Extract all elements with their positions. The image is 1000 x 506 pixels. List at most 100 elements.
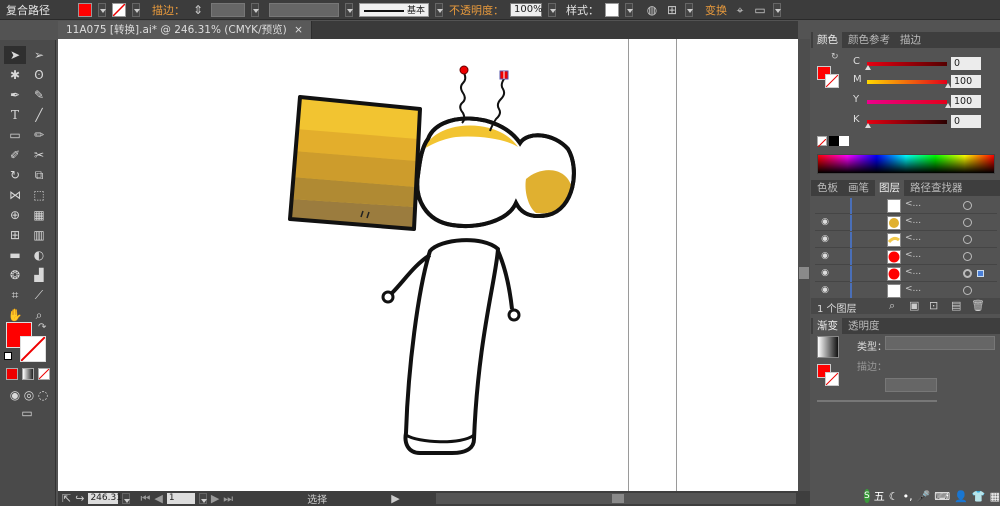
character-head[interactable] [415,65,576,228]
direct-selection-icon[interactable]: ➢ [28,46,50,64]
target-circle-icon[interactable] [963,235,972,244]
yellow-bar[interactable] [867,100,947,104]
new-sublayer-icon[interactable]: ⊡ [929,299,938,312]
magenta-slider[interactable]: M 100 [853,74,997,90]
angle-field[interactable] [885,378,937,392]
shape-builder-icon[interactable]: ⊕ [4,206,26,224]
layer-name[interactable]: <... [905,284,921,294]
symbol-sprayer-icon[interactable]: ❂ [4,266,26,284]
keyboard-icon[interactable]: ⌨ [934,490,950,503]
target-circle-icon[interactable] [963,201,972,210]
hammer-head[interactable] [288,95,422,231]
layer-row[interactable]: ◉ <... [815,283,997,299]
black-slider[interactable]: K 0 [853,114,997,130]
layer-row[interactable]: ◉ <... [815,249,997,265]
brush-icon[interactable]: ✏ [28,126,50,144]
blend-icon[interactable]: ◐ [28,246,50,264]
variable-width-dropdown[interactable] [345,2,353,17]
target-circle-icon[interactable] [963,218,972,227]
none-color-chip[interactable] [817,136,827,148]
tab-brushes[interactable]: 画笔 [844,180,873,196]
align-icon[interactable]: ⊞ [665,3,679,17]
opacity-dropdown[interactable] [548,2,556,17]
color-panel-stroke[interactable] [825,74,839,88]
layer-row[interactable]: <... [815,198,997,214]
opacity-label[interactable]: 不透明度： [449,2,504,18]
color-spectrum[interactable] [817,154,995,174]
stroke-color-box[interactable] [20,336,46,362]
black-knob[interactable] [865,123,871,128]
target-circle-icon[interactable] [963,269,972,278]
status-arrow-icon[interactable]: ▶ [391,492,399,505]
eye-icon[interactable]: ◉ [819,285,831,297]
magenta-value[interactable]: 100 [951,75,981,88]
magic-wand-icon[interactable]: ✱ [4,66,26,84]
stroke-label[interactable]: 描边： [152,2,185,18]
perspective-grid-icon[interactable]: ▦ [28,206,50,224]
eye-icon[interactable]: ◉ [819,268,831,280]
free-transform-icon[interactable]: ⬚ [28,186,50,204]
share-icon[interactable]: ↪ [75,492,84,505]
swap-icon[interactable]: ↻ [831,52,839,62]
draw-inside-icon[interactable]: ◌ [32,386,54,404]
column-graph-icon[interactable]: ▟ [28,266,50,284]
lasso-icon[interactable]: ʘ [28,66,50,84]
cyan-slider[interactable]: C 0 [853,56,997,72]
black-bar[interactable] [867,120,947,124]
document-tab[interactable]: 11A075 [转换].ai* @ 246.31% (CMYK/预览) × [58,21,312,39]
zoom-dropdown[interactable] [122,493,131,504]
graphic-style-dropdown[interactable] [625,2,633,17]
tab-pathfinder[interactable]: 路径查找器 [906,180,967,196]
gradient-preview[interactable] [817,336,839,358]
scale-icon[interactable]: ⧉ [28,166,50,184]
layer-name[interactable]: <... [905,233,921,243]
tab-swatches[interactable]: 色板 [813,180,842,196]
color-mode-button[interactable] [6,368,18,380]
curvature-icon[interactable]: ✎ [28,86,50,104]
stroke-weight-stepper-icon[interactable]: ⇕ [191,3,205,17]
next-artboard-icon[interactable]: ▶ [211,492,219,505]
eye-icon[interactable]: ◉ [819,251,831,263]
close-tab-icon[interactable]: × [294,24,303,36]
new-layer-icon[interactable]: ▤ [951,299,961,312]
stroke-dropdown[interactable] [132,2,140,17]
gradient-type-select[interactable] [885,336,995,350]
brush-dropdown[interactable] [435,2,443,17]
layer-name[interactable]: <... [905,250,921,260]
layer-row[interactable]: ◉ <... [815,215,997,231]
make-clipping-mask-icon[interactable]: ▣ [909,299,919,312]
delete-layer-icon[interactable]: 🗑 [971,299,985,312]
brush-definition[interactable]: 基本 [359,2,429,17]
rotate-icon[interactable]: ↻ [4,166,26,184]
none-mode-button[interactable] [38,368,50,380]
eye-icon[interactable]: ◉ [819,217,831,229]
artboard-number-field[interactable]: 1 [166,493,195,504]
eye-icon[interactable] [819,200,831,212]
target-circle-icon[interactable] [963,286,972,295]
mic-icon[interactable]: 🎤 [917,490,931,503]
slice-icon[interactable]: ⟋ [28,286,50,304]
tab-layers[interactable]: 图层 [875,180,904,196]
user-icon[interactable]: 👤 [954,490,968,503]
artboard-icon[interactable]: ⌗ [4,286,26,304]
first-artboard-icon[interactable]: ⏮ [140,492,150,506]
tab-gradient[interactable]: 渐变 [813,318,842,334]
horizontal-scrollbar[interactable] [436,493,796,504]
black-chip[interactable] [829,136,839,146]
white-chip[interactable] [839,136,849,146]
swap-colors-icon[interactable]: ↷ [38,322,46,333]
measure-icon[interactable]: ▬ [4,246,26,264]
stroke-weight-field[interactable] [211,2,245,17]
pen-icon[interactable]: ✒ [4,86,26,104]
horizontal-scroll-thumb[interactable] [612,494,624,503]
arrange-dropdown[interactable] [773,2,781,17]
cyan-knob[interactable] [865,65,871,70]
align-dropdown[interactable] [685,2,693,17]
stroke-swatch[interactable] [112,2,126,17]
tab-transparency[interactable]: 透明度 [844,318,884,334]
layer-name[interactable]: <... [905,216,921,226]
cyan-value[interactable]: 0 [951,57,981,70]
tab-color[interactable]: 颜色 [813,32,842,48]
gradient-slider[interactable] [817,400,937,402]
variable-width-field[interactable] [269,2,339,17]
